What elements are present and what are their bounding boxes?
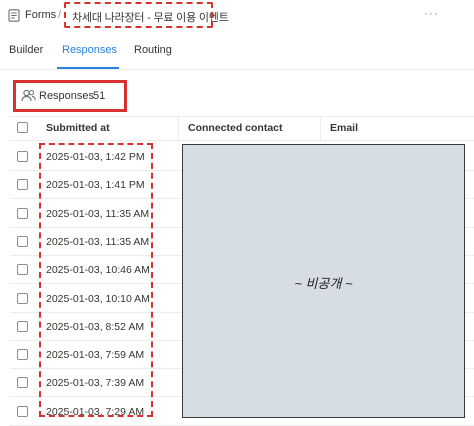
responses-count: 51	[93, 90, 106, 102]
column-header-submitted-at[interactable]: Submitted at	[46, 122, 110, 134]
column-divider	[178, 117, 179, 140]
form-icon	[8, 9, 20, 22]
row-checkbox[interactable]	[17, 320, 28, 332]
dates-highlight-annotation	[39, 143, 153, 417]
tab-responses[interactable]: Responses	[62, 44, 117, 56]
column-header-connected-contact[interactable]: Connected contact	[188, 122, 283, 134]
active-tab-indicator	[57, 67, 119, 69]
row-checkbox[interactable]	[17, 292, 28, 304]
redacted-label: ~ 비공개 ~	[294, 276, 353, 291]
responses-label: Responses	[39, 90, 95, 102]
row-checkbox[interactable]	[17, 235, 28, 247]
redacted-area: ~ 비공개 ~	[182, 144, 465, 418]
tab-routing[interactable]: Routing	[134, 44, 172, 56]
title-highlight-annotation	[64, 2, 213, 28]
breadcrumb-forms-link[interactable]: Forms	[25, 9, 56, 21]
row-checkbox[interactable]	[17, 405, 28, 417]
people-icon	[21, 89, 36, 102]
row-checkbox[interactable]	[17, 179, 28, 191]
row-checkbox[interactable]	[17, 207, 28, 219]
row-checkbox[interactable]	[17, 349, 28, 361]
select-all-checkbox[interactable]	[17, 122, 28, 133]
more-options-button[interactable]: ···	[424, 6, 439, 20]
row-checkbox[interactable]	[17, 377, 28, 389]
tab-builder[interactable]: Builder	[9, 44, 43, 56]
column-divider	[320, 117, 321, 140]
breadcrumb-separator: /	[58, 9, 62, 21]
tab-bar: Builder Responses Routing	[0, 38, 474, 70]
breadcrumb: Forms / 차세대 나라장터 - 무료 이용 이벤트 ···	[0, 0, 474, 32]
column-header-email[interactable]: Email	[330, 122, 358, 134]
row-checkbox[interactable]	[17, 264, 28, 276]
row-checkbox[interactable]	[17, 151, 28, 162]
